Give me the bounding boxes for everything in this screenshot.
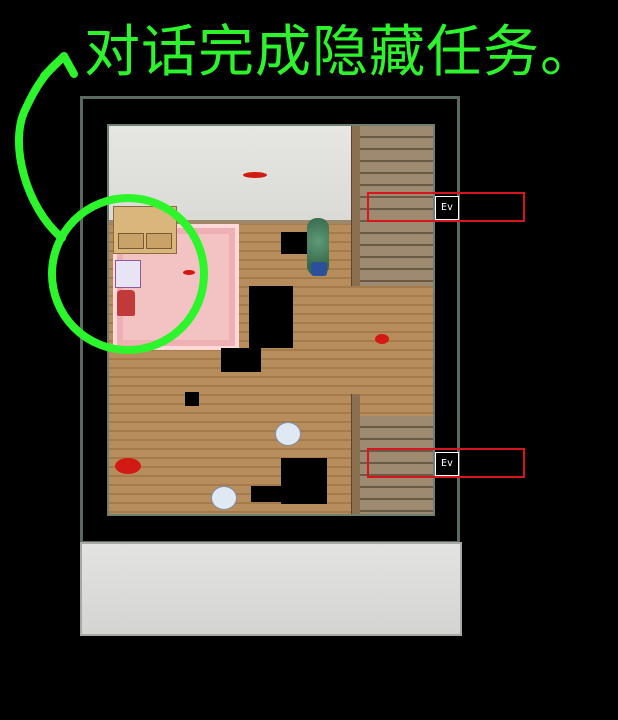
hint-arrow-curve (15, 58, 66, 242)
annotation-overlay (15, 52, 208, 354)
hint-arrow-head (40, 52, 78, 80)
highlight-circle (48, 194, 208, 354)
